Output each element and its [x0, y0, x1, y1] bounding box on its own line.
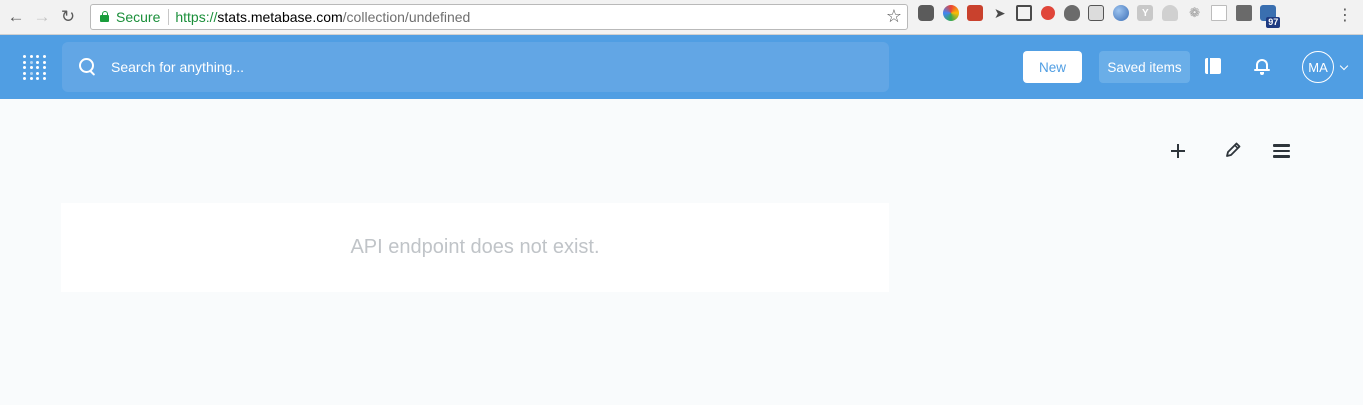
error-card: API endpoint does not exist. — [61, 203, 889, 292]
app-navbar: New Saved items MA — [0, 35, 1363, 99]
ublock-icon[interactable] — [1063, 5, 1080, 21]
search-icon — [79, 58, 97, 76]
address-bar[interactable]: Secure https://stats.metabase.com/collec… — [90, 4, 908, 30]
forward-arrow-icon[interactable]: → — [29, 4, 55, 30]
url-scheme: https:// — [175, 9, 218, 25]
url-path: /collection/undefined — [342, 9, 471, 25]
globe-icon[interactable] — [1112, 5, 1129, 21]
lock-icon — [100, 11, 109, 22]
new-button[interactable]: New — [1023, 51, 1082, 83]
saved-items-button[interactable]: Saved items — [1099, 51, 1190, 83]
secure-label: Secure — [116, 9, 161, 25]
extension-icons: ➤ Y ❁ — [918, 5, 1285, 28]
y-extension-icon[interactable]: Y — [1137, 5, 1154, 21]
chevron-down-icon[interactable] — [1339, 61, 1349, 71]
ghost-icon[interactable] — [1088, 5, 1105, 21]
cloud-icon[interactable] — [1161, 5, 1178, 21]
omnibox-divider — [168, 9, 170, 25]
metabase-logo-icon[interactable] — [23, 55, 49, 81]
avatar[interactable]: MA — [1302, 51, 1334, 83]
bell-icon[interactable] — [1254, 58, 1270, 75]
chrome-menu-icon[interactable]: ⋮ — [1337, 7, 1353, 25]
window-icon[interactable] — [1235, 5, 1252, 21]
menu-list-icon[interactable] — [1273, 144, 1290, 158]
screenshot-icon[interactable] — [1016, 5, 1033, 21]
error-message: API endpoint does not exist. — [350, 236, 600, 258]
reference-book-icon[interactable] — [1205, 58, 1221, 74]
search-input[interactable] — [111, 59, 711, 75]
url-host: stats.metabase.com — [217, 9, 343, 25]
extension-red-icon[interactable] — [967, 5, 984, 21]
plus-icon[interactable] — [1169, 142, 1187, 160]
pencil-icon[interactable] — [1223, 140, 1243, 160]
color-wheel-icon[interactable] — [942, 5, 959, 21]
bug-icon[interactable]: ❁ — [1187, 5, 1203, 21]
rocket-icon[interactable]: ➤ — [992, 5, 1008, 21]
browser-toolbar: ← → ↻ Secure https://stats.metabase.com /… — [0, 0, 1363, 35]
bookmark-star-icon[interactable]: ☆ — [886, 6, 902, 27]
extension-badge-icon[interactable] — [1260, 5, 1281, 28]
blank-page-icon[interactable] — [1211, 5, 1228, 21]
back-arrow-icon[interactable]: ← — [3, 4, 29, 30]
reload-icon[interactable]: ↻ — [55, 4, 81, 30]
pocket-icon[interactable] — [918, 5, 934, 21]
search-bar[interactable] — [62, 42, 889, 92]
record-icon[interactable] — [1040, 6, 1055, 20]
